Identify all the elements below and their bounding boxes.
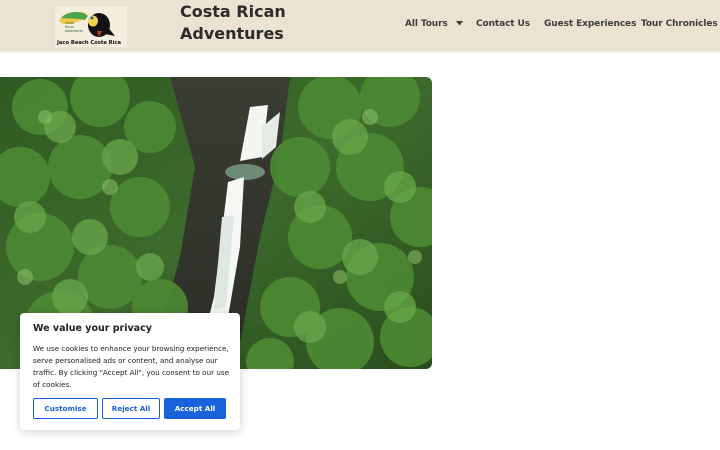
nav-contact-us[interactable]: Contact Us xyxy=(476,19,530,29)
cookie-title: We value your privacy xyxy=(33,323,152,334)
nav-tour-chronicles[interactable]: Tour Chronicles xyxy=(641,19,718,29)
caret-down-icon xyxy=(455,21,463,26)
logo-caption: Jaco Beach Costa Rica xyxy=(56,40,122,46)
nav-all-tours[interactable]: All Tours xyxy=(405,19,463,29)
accept-all-button[interactable]: Accept All xyxy=(164,398,226,419)
reject-all-button[interactable]: Reject All xyxy=(102,398,160,419)
site-header: Costa Rican Adventures Jaco Beach Costa … xyxy=(0,0,720,51)
nav-guest-experiences[interactable]: Guest Experiences xyxy=(544,19,636,29)
customise-button[interactable]: Customise xyxy=(33,398,98,419)
site-title[interactable]: Costa Rican Adventures xyxy=(180,1,310,45)
toucan-logo[interactable]: Costa Rican Adventures Jaco Beach Costa … xyxy=(55,6,127,47)
nav-all-tours-label: All Tours xyxy=(405,19,448,29)
cookie-consent-banner: We value your privacy We use cookies to … xyxy=(20,313,240,430)
logo-small-text-3: Adventures xyxy=(65,29,83,33)
cookie-description: We use cookies to enhance your browsing … xyxy=(33,344,230,389)
